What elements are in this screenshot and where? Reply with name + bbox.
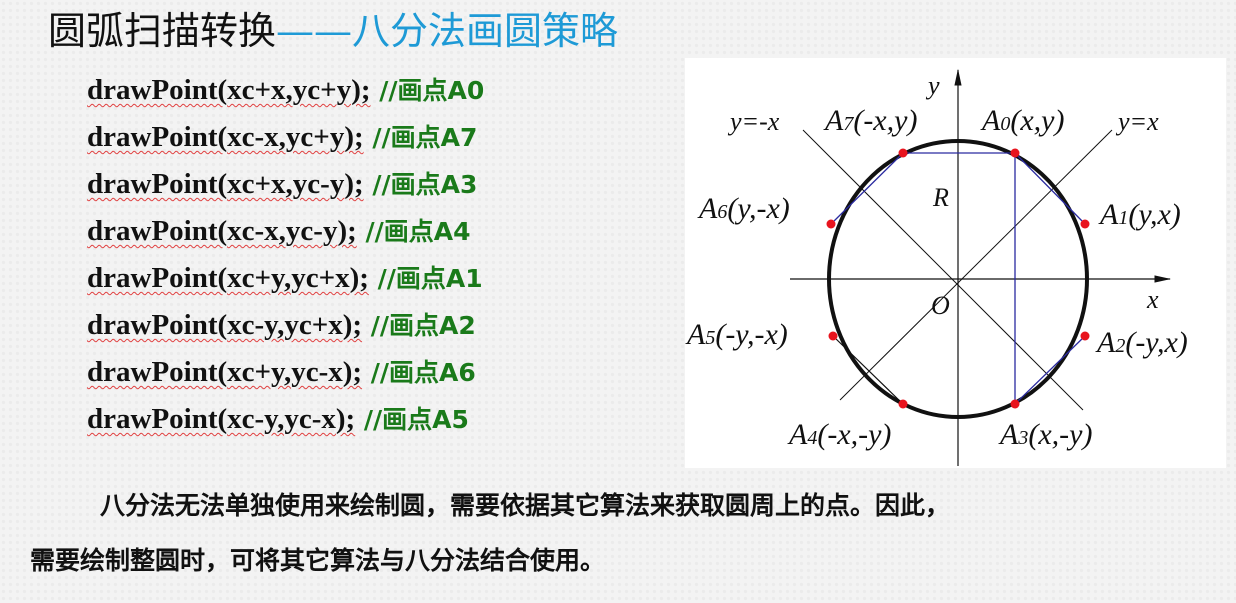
code-call: drawPoint(xc+y,yc+x);: [87, 262, 369, 294]
point-a6: [826, 219, 836, 229]
point-a1: [1080, 219, 1090, 229]
code-comment: //画点A7: [363, 123, 478, 152]
code-line: drawPoint(xc-x,yc+y); //画点A7: [87, 117, 484, 164]
radius-label: R: [932, 183, 949, 212]
code-call: drawPoint(xc-x,yc-y);: [87, 215, 357, 247]
code-line: drawPoint(xc+y,yc-x); //画点A6: [87, 352, 484, 399]
code-call: drawPoint(xc-x,yc+y);: [87, 121, 364, 153]
code-comment: //画点A2: [362, 311, 476, 340]
code-line: drawPoint(xc-x,yc-y); //画点A4: [87, 211, 484, 258]
point-a7: [898, 148, 908, 158]
y-axis-label: y: [925, 71, 940, 100]
slide-title: 圆弧扫描转换——八分法画圆策略: [48, 6, 618, 56]
paragraph-line-2: 需要绘制整圆时，可将其它算法与八分法结合使用。: [30, 546, 606, 575]
label-a3: A3(x,-y): [998, 418, 1092, 451]
code-comment: //画点A6: [362, 358, 476, 387]
code-call: drawPoint(xc+x,yc+y);: [87, 74, 371, 106]
label-a0: A0(x,y): [980, 104, 1064, 137]
code-call: drawPoint(xc+y,yc-x);: [87, 356, 363, 388]
point-a2: [1080, 331, 1090, 341]
code-comment: //画点A4: [356, 217, 471, 246]
label-a5: A5(-y,-x): [685, 318, 788, 351]
code-comment: //画点A3: [363, 170, 478, 199]
origin-label: O: [931, 291, 950, 320]
code-comment: //画点A0: [370, 76, 485, 105]
explanation-paragraph: 八分法无法单独使用来绘制圆，需要依据其它算法来获取圆周上的点。因此， 需要绘制整…: [30, 478, 1236, 588]
code-line: drawPoint(xc+x,yc+y); //画点A0: [87, 70, 484, 117]
code-call: drawPoint(xc-y,yc+x);: [87, 309, 363, 341]
code-line: drawPoint(xc-y,yc-x); //画点A5: [87, 399, 484, 446]
code-call: drawPoint(xc+x,yc-y);: [87, 168, 364, 200]
x-axis-label: x: [1146, 285, 1159, 314]
point-a0: [1010, 148, 1020, 158]
label-a2: A2(-y,x): [1095, 326, 1188, 359]
code-comment: //画点A5: [355, 405, 469, 434]
octant-circle-diagram: y x O R y=x y=-x A0(x,y) A1(y,x) A2(-y,x…: [685, 58, 1226, 468]
chord-a5-a4: [832, 335, 904, 405]
code-line: drawPoint(xc-y,yc+x); //画点A2: [87, 305, 484, 352]
line-y-eq-x-label: y=x: [1115, 107, 1159, 136]
code-block: drawPoint(xc+x,yc+y); //画点A0 drawPoint(x…: [87, 70, 484, 446]
paragraph-line-1: 八分法无法单独使用来绘制圆，需要依据其它算法来获取圆周上的点。因此，: [100, 491, 951, 520]
point-a4: [898, 399, 908, 409]
title-main: 圆弧扫描转换: [48, 9, 277, 53]
code-line: drawPoint(xc+x,yc-y); //画点A3: [87, 164, 484, 211]
label-a4: A4(-x,-y): [787, 418, 891, 451]
line-y-eq-neg-x-label: y=-x: [727, 107, 780, 136]
title-accent: ——八分法画圆策略: [276, 9, 619, 53]
label-a1: A1(y,x): [1098, 198, 1181, 231]
label-a7: A7(-x,y): [823, 104, 917, 137]
code-call: drawPoint(xc-y,yc-x);: [87, 403, 356, 435]
point-a5: [828, 331, 838, 341]
code-line: drawPoint(xc+y,yc+x); //画点A1: [87, 258, 484, 305]
code-comment: //画点A1: [368, 264, 483, 293]
label-a6: A6(y,-x): [697, 192, 790, 225]
point-a3: [1010, 399, 1020, 409]
